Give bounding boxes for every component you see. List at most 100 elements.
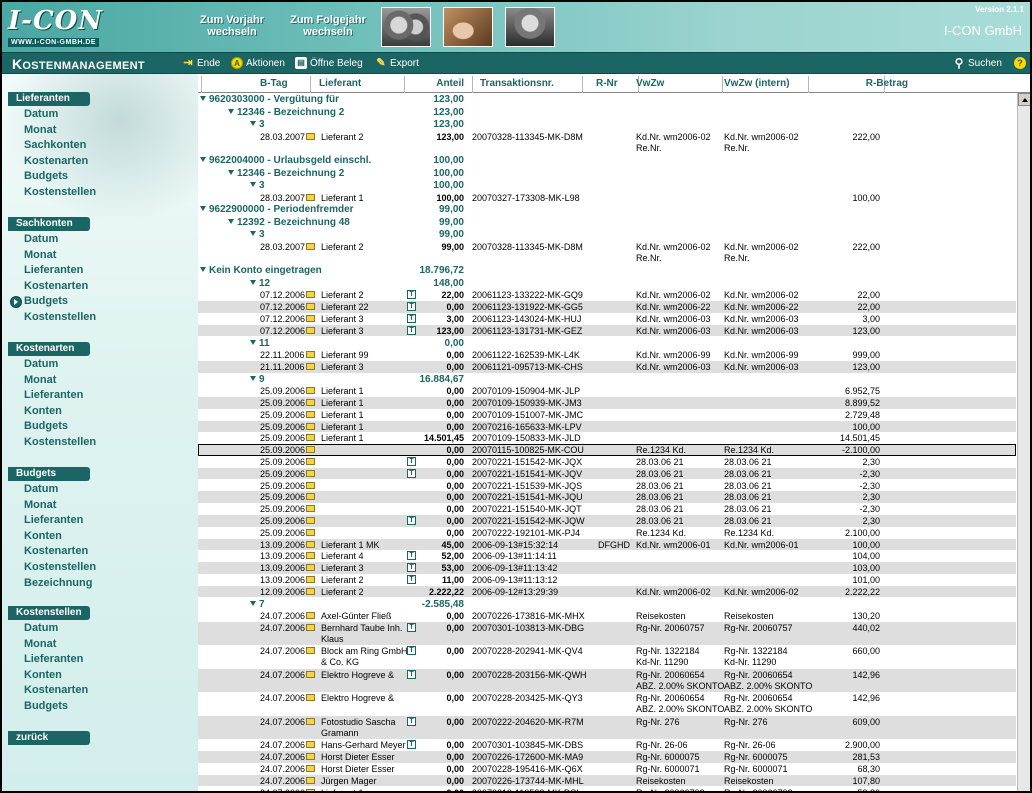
group-row[interactable]: Kein Konto eingetragen 18.796,72 xyxy=(198,264,1016,277)
mail-icon[interactable] xyxy=(306,481,315,489)
text-note-icon[interactable]: T xyxy=(407,290,416,300)
sidebar-item-4-3[interactable]: Konten xyxy=(24,669,62,682)
mail-icon[interactable] xyxy=(306,434,315,442)
sidebar-item-1-3[interactable]: Kostenarten xyxy=(24,280,88,293)
sidebar-item-1-5[interactable]: Kostenstellen xyxy=(24,311,96,324)
text-note-icon[interactable]: T xyxy=(407,669,416,679)
column-header-1[interactable]: Lieferant xyxy=(319,78,361,89)
mail-icon[interactable] xyxy=(306,623,315,631)
sidebar-item-2-3[interactable]: Konten xyxy=(24,405,62,418)
mail-icon[interactable] xyxy=(306,694,315,702)
group-row[interactable]: 3 123,00 xyxy=(198,118,1016,131)
sidebar-item-3-4[interactable]: Kostenarten xyxy=(24,545,88,558)
table-row[interactable]: 28.03.2007 Lieferant 2 123,00 20070328-1133… xyxy=(198,131,1016,155)
mail-icon[interactable] xyxy=(306,351,315,358)
search-button[interactable]: ⚲ Suchen xyxy=(953,57,1002,69)
mail-icon[interactable] xyxy=(306,493,315,501)
expand-arrow-icon[interactable] xyxy=(200,267,206,273)
group-row[interactable]: 9620303000 - Vergütung für 123,00 xyxy=(198,93,1016,106)
mail-icon[interactable] xyxy=(306,764,315,772)
expand-arrow-icon[interactable] xyxy=(228,218,234,224)
mail-icon[interactable] xyxy=(306,303,315,311)
text-note-icon[interactable]: T xyxy=(407,740,416,750)
table-row[interactable]: 25.09.2006 0,00 20070222-192101-MK-PJ4 Re.1… xyxy=(198,527,1016,539)
expand-arrow-icon[interactable] xyxy=(250,375,256,381)
sidebar-item-2-4[interactable]: Budgets xyxy=(24,420,68,433)
text-note-icon[interactable]: T xyxy=(407,313,416,323)
text-note-icon[interactable]: T xyxy=(407,325,416,335)
mail-icon[interactable] xyxy=(306,410,315,418)
mail-icon[interactable] xyxy=(306,314,315,322)
sidebar-item-0-1[interactable]: Monat xyxy=(24,124,56,137)
mail-icon[interactable] xyxy=(306,788,315,791)
table-row[interactable]: 13.09.2006 Lieferant 1 MK 45,00 2006-09-13#… xyxy=(198,538,1016,551)
next-year-link[interactable]: Zum Folgejahr wechseln xyxy=(286,14,370,38)
sidebar-item-3-5[interactable]: Kostenstellen xyxy=(24,561,96,574)
mail-icon[interactable] xyxy=(306,446,315,454)
mail-icon[interactable] xyxy=(306,587,315,595)
table-row[interactable]: 24.07.2006 Elektro Hogreve & 0,00 20070228-… xyxy=(198,692,1016,716)
mail-icon[interactable] xyxy=(306,575,315,583)
text-note-icon[interactable]: T xyxy=(407,551,416,561)
expand-arrow-icon[interactable] xyxy=(228,108,234,114)
sidebar-group-5[interactable]: zurück xyxy=(8,731,90,745)
table-row[interactable]: 25.09.2006 0,00 20070115-100825-MK-COU Re.1… xyxy=(198,444,1016,456)
table-row[interactable]: 13.09.2006 Lieferant 4 T 52,00 2006-09-13#11… xyxy=(198,550,1016,562)
sidebar-item-1-2[interactable]: Lieferanten xyxy=(24,264,83,277)
text-note-icon[interactable]: T xyxy=(407,646,416,656)
actions-button[interactable]: A Aktionen xyxy=(231,57,285,69)
open-document-button[interactable]: ▤ Öffne Beleg xyxy=(295,57,363,69)
export-button[interactable]: ✎ Export xyxy=(375,57,419,69)
table-row[interactable]: 24.07.2006 Hans-Gerhard Meyer T 0,00 2007030… xyxy=(198,739,1016,751)
previous-year-link[interactable]: Zum Vorjahr wechseln xyxy=(192,14,272,38)
table-row[interactable]: 25.09.2006 T 0,00 20070221-151542-MK-JQW 28.… xyxy=(198,514,1016,527)
mail-icon[interactable] xyxy=(306,516,315,524)
column-header-0[interactable]: B-Tag xyxy=(260,78,288,89)
table-row[interactable]: 24.07.2006 Horst Dieter Esser 0,00 20070228… xyxy=(198,763,1016,775)
sidebar-item-4-0[interactable]: Datum xyxy=(24,622,58,635)
table-row[interactable]: 25.09.2006 Lieferant 1 0,00 20070109-150904… xyxy=(198,385,1016,397)
sidebar-item-3-1[interactable]: Monat xyxy=(24,499,56,512)
table-row[interactable]: 25.09.2006 0,00 20070221-151539-MK-JQS 28.0… xyxy=(198,480,1016,492)
mail-icon[interactable] xyxy=(306,776,315,784)
sidebar-item-3-3[interactable]: Konten xyxy=(24,530,62,543)
mail-icon[interactable] xyxy=(306,552,315,560)
scroll-up-arrow-icon[interactable] xyxy=(1018,93,1030,106)
mail-icon[interactable] xyxy=(306,741,315,749)
table-row[interactable]: 24.07.2006 Jürgen Mager 0,00 20070226-17374… xyxy=(198,774,1016,787)
sidebar-item-0-2[interactable]: Sachkonten xyxy=(24,139,86,152)
sidebar-group-2[interactable]: Kostenarten xyxy=(8,342,90,356)
sidebar-item-0-0[interactable]: Datum xyxy=(24,108,58,121)
expand-arrow-icon[interactable] xyxy=(250,231,256,237)
table-row[interactable]: 07.12.2006 Lieferant 3 T 123,00 20061123-131… xyxy=(198,324,1016,337)
table-row[interactable]: 22.11.2006 Lieferant 99 0,00 20061122-16253… xyxy=(198,349,1016,361)
table-row[interactable]: 25.09.2006 T 0,00 20070221-151541-MK-JQV 28.… xyxy=(198,467,1016,480)
sidebar-item-2-2[interactable]: Lieferanten xyxy=(24,389,83,402)
mail-icon[interactable] xyxy=(306,505,315,513)
sidebar-item-4-2[interactable]: Lieferanten xyxy=(24,653,83,666)
table-row[interactable]: 25.09.2006 T 0,00 20070221-151542-MK-JQX 28.… xyxy=(198,456,1016,468)
mail-icon[interactable] xyxy=(306,717,315,725)
expand-arrow-icon[interactable] xyxy=(250,121,256,126)
expand-arrow-icon[interactable] xyxy=(250,600,256,606)
text-note-icon[interactable]: T xyxy=(407,716,416,726)
sidebar-item-2-0[interactable]: Datum xyxy=(24,358,58,371)
table-row[interactable]: 24.07.2006 Lieferant 1 0,00 20070219-110522… xyxy=(198,787,1016,791)
mail-icon[interactable] xyxy=(306,291,315,299)
text-note-icon[interactable]: T xyxy=(407,468,416,478)
mail-icon[interactable] xyxy=(306,132,315,140)
text-note-icon[interactable]: T xyxy=(407,622,416,632)
mail-icon[interactable] xyxy=(306,670,315,678)
table-row[interactable]: 24.07.2006 Axel-Günter Fließ 0,00 20070226-… xyxy=(198,610,1016,622)
sidebar-item-0-4[interactable]: Budgets xyxy=(24,170,68,183)
mail-icon[interactable] xyxy=(306,422,315,430)
sidebar-item-1-0[interactable]: Datum xyxy=(24,233,58,246)
expand-arrow-icon[interactable] xyxy=(250,339,256,345)
group-row[interactable]: 3 99,00 xyxy=(198,228,1016,241)
mail-icon[interactable] xyxy=(306,326,315,334)
sidebar-item-3-2[interactable]: Lieferanten xyxy=(24,514,83,527)
sidebar-group-4[interactable]: Kostenstellen xyxy=(8,606,90,620)
column-header-5[interactable]: VwZw xyxy=(636,78,664,89)
sidebar-item-1-1[interactable]: Monat xyxy=(24,249,56,262)
sidebar-group-1[interactable]: Sachkonten xyxy=(8,217,90,231)
